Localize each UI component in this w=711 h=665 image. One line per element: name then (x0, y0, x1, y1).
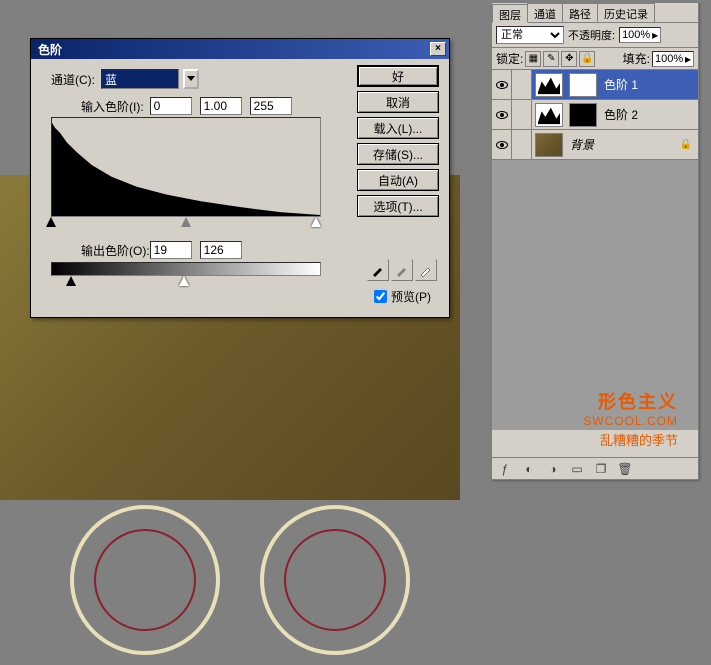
mask-thumb[interactable] (569, 103, 597, 127)
visibility-toggle[interactable] (492, 70, 512, 99)
output-black-handle[interactable] (66, 276, 76, 286)
fx-icon[interactable]: ƒ (496, 461, 514, 477)
output-white-handle[interactable] (179, 276, 189, 286)
dialog-titlebar[interactable]: 色阶 × (31, 39, 449, 59)
layer-name: 色阶 2 (604, 106, 638, 123)
eye-icon (496, 81, 508, 89)
channel-select[interactable]: 蓝 (101, 69, 179, 89)
input-gamma-field[interactable] (200, 97, 242, 115)
gamma-handle[interactable] (181, 217, 191, 227)
bicycle-illustration (50, 495, 430, 665)
adjustment-thumb (535, 103, 563, 127)
output-white-field[interactable] (200, 241, 242, 259)
eyedropper-gray-icon[interactable] (391, 259, 413, 281)
black-point-handle[interactable] (46, 217, 56, 227)
watermark-brand: 形色主义 (583, 388, 678, 414)
watermark: 形色主义 SWCOOL.COM 乱糟糟的季节 (583, 388, 678, 449)
visibility-toggle[interactable] (492, 130, 512, 159)
tab-history[interactable]: 历史记录 (597, 3, 655, 22)
layer-thumb (535, 133, 563, 157)
auto-button[interactable]: 自动(A) (357, 169, 439, 191)
lock-icon: 🔒 (680, 139, 692, 150)
new-layer-icon[interactable]: ❐ (592, 461, 610, 477)
preview-label: 预览(P) (391, 288, 431, 305)
close-icon[interactable]: × (430, 42, 446, 56)
layer-name: 背景 (570, 136, 594, 153)
eye-icon (496, 111, 508, 119)
white-point-handle[interactable] (311, 217, 321, 227)
layer-row[interactable]: 背景 🔒 (492, 130, 698, 160)
save-button[interactable]: 存储(S)... (357, 143, 439, 165)
adjustment-thumb (535, 73, 563, 97)
fill-label: 填充: (623, 50, 650, 67)
levels-dialog: 色阶 × 通道(C): 蓝 输入色阶(I): 输出色阶(O) (30, 38, 450, 318)
load-button[interactable]: 载入(L)... (357, 117, 439, 139)
chevron-down-icon[interactable] (183, 69, 199, 89)
trash-icon[interactable]: 🗑 (616, 461, 634, 477)
histogram (51, 117, 321, 217)
input-black-field[interactable] (150, 97, 192, 115)
layer-list: 色阶 1 色阶 2 背景 🔒 (492, 70, 698, 430)
tab-layers[interactable]: 图层 (492, 4, 528, 23)
link-col[interactable] (512, 70, 532, 99)
lock-position-icon[interactable]: ✥ (561, 51, 577, 67)
blend-mode-select[interactable]: 正常 (496, 26, 564, 44)
output-levels-label: 输出色阶(O): (81, 242, 150, 259)
output-black-field[interactable] (150, 241, 192, 259)
eye-icon (496, 141, 508, 149)
input-levels-label: 输入色阶(I): (81, 98, 144, 115)
link-col[interactable] (512, 100, 532, 129)
fill-field[interactable]: ▸ (652, 51, 694, 67)
lock-transparency-icon[interactable]: ▦ (525, 51, 541, 67)
layer-name: 色阶 1 (604, 76, 638, 93)
mask-icon[interactable]: ◐ (520, 461, 538, 477)
dialog-title: 色阶 (34, 41, 430, 58)
mask-thumb[interactable] (569, 73, 597, 97)
eyedropper-white-icon[interactable] (415, 259, 437, 281)
opacity-field[interactable]: ▸ (619, 27, 661, 43)
output-slider[interactable] (51, 276, 321, 288)
lock-all-icon[interactable]: 🔒 (579, 51, 595, 67)
watermark-url: SWCOOL.COM (583, 414, 678, 428)
opacity-label: 不透明度: (568, 27, 615, 43)
preview-checkbox[interactable] (374, 290, 387, 303)
tab-paths[interactable]: 路径 (562, 3, 598, 22)
channel-label: 通道(C): (51, 71, 95, 88)
options-button[interactable]: 选项(T)... (357, 195, 439, 217)
lock-paint-icon[interactable]: ✎ (543, 51, 559, 67)
visibility-toggle[interactable] (492, 100, 512, 129)
tab-channels[interactable]: 通道 (527, 3, 563, 22)
cancel-button[interactable]: 取消 (357, 91, 439, 113)
ok-button[interactable]: 好 (357, 65, 439, 87)
input-white-field[interactable] (250, 97, 292, 115)
folder-icon[interactable]: ▭ (568, 461, 586, 477)
link-col[interactable] (512, 130, 532, 159)
eyedropper-black-icon[interactable] (367, 259, 389, 281)
adjustment-icon[interactable]: ◑ (544, 461, 562, 477)
layer-row[interactable]: 色阶 1 (492, 70, 698, 100)
output-gradient (51, 262, 321, 276)
watermark-tagline: 乱糟糟的季节 (583, 430, 678, 449)
layer-row[interactable]: 色阶 2 (492, 100, 698, 130)
input-slider[interactable] (51, 217, 321, 229)
layers-panel: 图层 通道 路径 历史记录 正常 不透明度: ▸ 锁定: ▦ ✎ ✥ 🔒 填充:… (491, 2, 699, 480)
lock-label: 锁定: (496, 50, 523, 67)
